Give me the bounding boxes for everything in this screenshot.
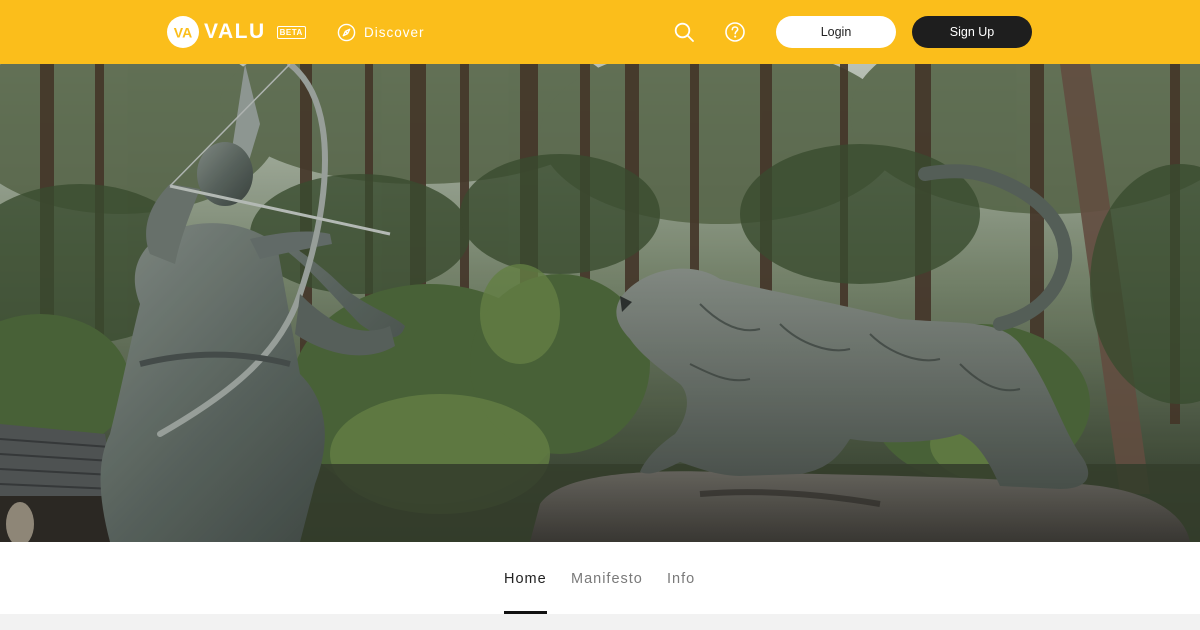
logo-wordmark: VALU	[204, 20, 266, 43]
beta-badge: BETA	[276, 26, 306, 39]
tab-home[interactable]: Home	[504, 542, 547, 614]
valu-logo[interactable]: VA VALU BETA	[167, 16, 306, 48]
cover-photo-archer-and-tiger-statues	[0, 64, 1200, 542]
tab-info[interactable]: Info	[667, 542, 695, 614]
search-icon	[674, 22, 694, 42]
content-area	[0, 614, 1200, 630]
top-navbar: VA VALU BETA Discover Login Sign Up	[0, 0, 1200, 64]
help-button[interactable]	[723, 20, 747, 44]
discover-link[interactable]: Discover	[337, 21, 425, 43]
cover-image	[0, 64, 1200, 542]
login-button[interactable]: Login	[776, 16, 896, 48]
search-button[interactable]	[672, 20, 696, 44]
discover-label: Discover	[364, 24, 425, 40]
tab-manifesto[interactable]: Manifesto	[571, 542, 643, 614]
sign-up-button[interactable]: Sign Up	[912, 16, 1032, 48]
valu-logo-mark: VA	[167, 16, 199, 48]
compass-icon	[337, 23, 356, 41]
question-circle-icon	[725, 22, 745, 42]
profile-tab-bar: Home Manifesto Info	[0, 542, 1200, 614]
svg-text:VA: VA	[174, 25, 192, 41]
